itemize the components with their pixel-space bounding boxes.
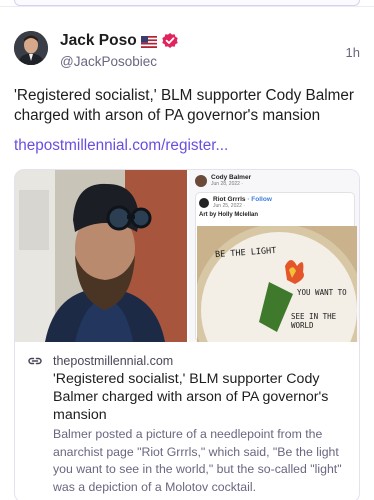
- embedded-art-credit: Art by Holly Mclellan: [199, 212, 259, 218]
- timestamp[interactable]: 1h: [346, 45, 360, 60]
- verified-icon: [161, 32, 179, 50]
- card-image[interactable]: Cody Balmer Jun 28, 2022 · Riot Grrrls ·…: [15, 170, 359, 342]
- embedded-inner-date: Jun 25, 2022 ·: [213, 203, 245, 209]
- handle[interactable]: @JackPosobiec: [60, 54, 179, 69]
- display-name[interactable]: Jack Poso: [60, 32, 137, 50]
- needlepoint-line-2: YOU WANT TO: [297, 288, 347, 297]
- card-site-name: thepostmillennial.com: [53, 354, 174, 368]
- post-text: 'Registered socialist,' BLM supporter Co…: [14, 87, 354, 124]
- card-title[interactable]: 'Registered socialist,' BLM supporter Co…: [53, 370, 349, 424]
- avatar[interactable]: [14, 31, 48, 65]
- mini-avatar-icon: [195, 174, 207, 187]
- mini-avatar-icon: [199, 197, 209, 208]
- post-header: Jack Poso @JackPosobiec 1h: [14, 31, 360, 75]
- embedded-follow: · Follow: [247, 196, 272, 203]
- needlepoint-artwork: BE THE LIGHT YOU WANT TO SEE IN THE WORL…: [197, 226, 357, 342]
- card-description: Balmer posted a picture of a needlepoint…: [53, 427, 342, 494]
- post-link[interactable]: thepostmillennial.com/register...: [14, 137, 228, 155]
- embedded-outer-name: Cody Balmer: [211, 174, 252, 181]
- embedded-post-screenshot: Cody Balmer Jun 28, 2022 · Riot Grrrls ·…: [189, 170, 359, 342]
- us-flag-icon: [140, 35, 157, 48]
- needlepoint-line-3: SEE IN THE WORLD: [291, 312, 337, 330]
- embedded-inner-name: Riot Grrrls: [213, 196, 246, 203]
- card-body: thepostmillennial.com 'Registered social…: [15, 342, 359, 500]
- post-container[interactable]: Jack Poso @JackPosobiec 1h 'Registered s…: [0, 6, 374, 500]
- link-preview-card[interactable]: Cody Balmer Jun 28, 2022 · Riot Grrrls ·…: [14, 169, 360, 500]
- portrait-photo: [15, 170, 187, 342]
- embedded-outer-date: Jun 28, 2022 ·: [211, 181, 243, 187]
- link-icon: [27, 354, 43, 368]
- card-site-row: thepostmillennial.com: [27, 354, 173, 368]
- author-names: Jack Poso @JackPosobiec: [60, 32, 179, 69]
